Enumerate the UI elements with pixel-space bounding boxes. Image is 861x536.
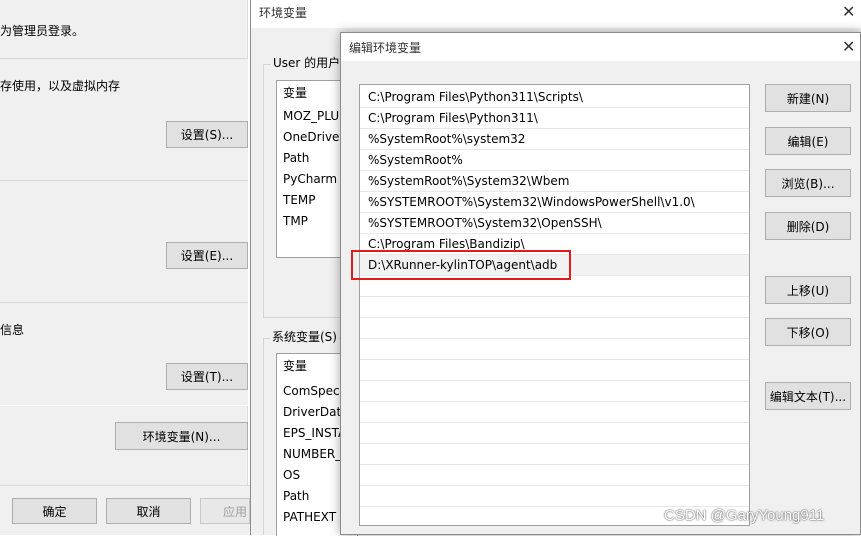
- empty-list-row[interactable]: [360, 381, 749, 402]
- user-profile-settings-button[interactable]: 设置(E)...: [166, 242, 248, 269]
- system-properties-window: 为管理员登录。 存使用，以及虚拟内存 设置(S)... 设置(E)... 信息 …: [0, 0, 250, 535]
- empty-list-row[interactable]: [360, 444, 749, 465]
- list-item[interactable]: PyCharm: [283, 169, 337, 190]
- move-up-button[interactable]: 上移(U): [765, 276, 851, 304]
- list-item[interactable]: MOZ_PLU: [283, 106, 339, 127]
- list-item[interactable]: %SystemRoot%\System32\Wbem: [360, 171, 749, 192]
- system-list-header[interactable]: 变量: [283, 356, 307, 377]
- system-variables-label: 系统变量(S): [270, 328, 339, 345]
- list-item[interactable]: C:\Program Files\Python311\Scripts\: [360, 87, 749, 108]
- path-text: %SYSTEMROOT%\System32\WindowsPowerShell\…: [368, 195, 695, 209]
- watermark-text: CSDN @GaryYoung911: [664, 507, 825, 524]
- edit-dialog-titlebar: 编辑环境变量 ✕: [341, 33, 860, 61]
- list-item[interactable]: OS: [283, 465, 300, 486]
- empty-list-row[interactable]: [360, 465, 749, 486]
- edit-close-icon[interactable]: ✕: [842, 37, 855, 56]
- cancel-button[interactable]: 取消: [106, 498, 191, 524]
- list-item[interactable]: EPS_INSTA: [283, 423, 346, 444]
- list-item[interactable]: %SYSTEMROOT%\System32\WindowsPowerShell\…: [360, 192, 749, 213]
- path-text: C:\Program Files\Bandizip\: [368, 237, 525, 251]
- empty-list-row[interactable]: [360, 339, 749, 360]
- apply-button[interactable]: 应用: [200, 498, 250, 524]
- path-text: C:\Program Files\Python311\: [368, 111, 538, 125]
- list-item[interactable]: NUMBER_: [283, 444, 341, 465]
- path-text: %SystemRoot%\system32: [368, 132, 526, 146]
- list-item[interactable]: %SystemRoot%: [360, 150, 749, 171]
- env-titlebar: 环境变量 ✕: [251, 0, 861, 28]
- edit-text-button[interactable]: 编辑文本(T)...: [765, 382, 851, 410]
- browse-button[interactable]: 浏览(B)...: [765, 169, 851, 197]
- empty-list-row[interactable]: [360, 360, 749, 381]
- empty-list-row[interactable]: [360, 402, 749, 423]
- performance-settings-button[interactable]: 设置(S)...: [166, 121, 248, 148]
- environment-variables-button[interactable]: 环境变量(N)...: [115, 422, 248, 450]
- list-item[interactable]: Path: [283, 148, 309, 169]
- performance-text: 存使用，以及虚拟内存: [0, 79, 121, 93]
- path-entries-list[interactable]: C:\Program Files\Python311\Scripts\ C:\P…: [359, 84, 750, 526]
- startup-recovery-group: 信息 设置(T)...: [0, 302, 248, 406]
- path-text: %SystemRoot%: [368, 153, 463, 167]
- list-item[interactable]: OneDrive: [283, 127, 339, 148]
- list-item[interactable]: TEMP: [283, 190, 316, 211]
- ok-button[interactable]: 确定: [12, 498, 97, 524]
- empty-list-row[interactable]: [360, 318, 749, 339]
- edit-button[interactable]: 编辑(E): [765, 127, 851, 155]
- edit-environment-variable-dialog: 编辑环境变量 ✕ C:\Program Files\Python311\Scri…: [340, 32, 861, 535]
- edit-dialog-title: 编辑环境变量: [349, 41, 422, 55]
- list-item[interactable]: TMP: [283, 211, 308, 232]
- startup-info-text: 信息: [0, 323, 25, 337]
- path-text: %SYSTEMROOT%\System32\OpenSSH\: [368, 216, 602, 230]
- list-item[interactable]: ComSpec: [283, 381, 340, 402]
- performance-group: 存使用，以及虚拟内存 设置(S)...: [0, 58, 248, 182]
- list-item[interactable]: Path: [283, 486, 309, 507]
- path-text: %SystemRoot%\System32\Wbem: [368, 174, 570, 188]
- user-profile-group: 设置(E)...: [0, 180, 248, 304]
- list-item[interactable]: %SystemRoot%\system32: [360, 129, 749, 150]
- highlight-annotation-box: [351, 250, 571, 280]
- system-properties-footer: 确定 取消 应用: [0, 485, 250, 535]
- startup-settings-button[interactable]: 设置(T)...: [166, 363, 248, 390]
- path-text: C:\Program Files\Python311\Scripts\: [368, 90, 583, 104]
- list-item[interactable]: PATHEXT: [283, 507, 336, 528]
- env-window-title: 环境变量: [259, 6, 308, 20]
- system-properties-body: 为管理员登录。 存使用，以及虚拟内存 设置(S)... 设置(E)... 信息 …: [0, 0, 248, 485]
- list-item[interactable]: %SYSTEMROOT%\System32\OpenSSH\: [360, 213, 749, 234]
- new-button[interactable]: 新建(N): [765, 84, 851, 112]
- empty-list-row[interactable]: [360, 423, 749, 444]
- move-down-button[interactable]: 下移(O): [765, 318, 851, 346]
- list-item[interactable]: DriverData: [283, 402, 349, 423]
- delete-button[interactable]: 删除(D): [765, 212, 851, 240]
- empty-list-row[interactable]: [360, 297, 749, 318]
- user-list-header[interactable]: 变量: [283, 83, 307, 104]
- env-close-icon[interactable]: ✕: [842, 2, 855, 21]
- admin-note: 为管理员登录。: [0, 24, 85, 38]
- empty-list-row[interactable]: [360, 486, 749, 507]
- list-item[interactable]: C:\Program Files\Python311\: [360, 108, 749, 129]
